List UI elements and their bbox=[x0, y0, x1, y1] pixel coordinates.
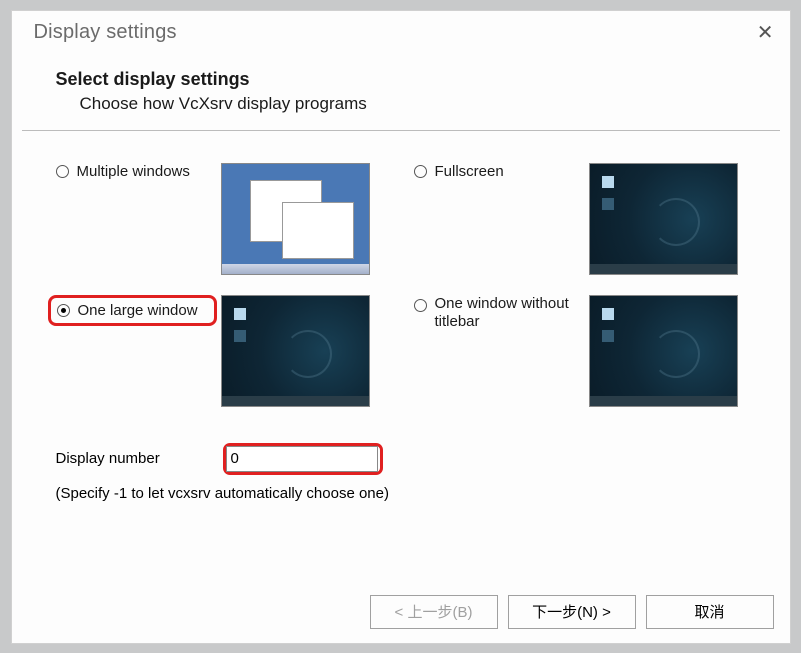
cancel-button[interactable]: 取消 bbox=[646, 595, 774, 629]
titlebar-title: Display settings bbox=[34, 21, 177, 44]
back-button[interactable]: < 上一步(B) bbox=[370, 595, 498, 629]
thumb-no-titlebar bbox=[589, 295, 738, 407]
body: Multiple windows Fullscreen One large wi… bbox=[12, 131, 790, 514]
option-label: Multiple windows bbox=[77, 163, 190, 180]
option-one-large-window[interactable]: One large window bbox=[56, 295, 221, 326]
next-button[interactable]: 下一步(N) > bbox=[508, 595, 636, 629]
display-number-hint: (Specify -1 to let vcxsrv automatically … bbox=[56, 485, 766, 502]
option-row-2: One large window One window without titl… bbox=[56, 295, 766, 407]
option-multiple-windows[interactable]: Multiple windows bbox=[56, 163, 221, 180]
thumb-one-large-window bbox=[221, 295, 370, 407]
option-fullscreen[interactable]: Fullscreen bbox=[414, 163, 589, 180]
thumb-fullscreen bbox=[589, 163, 738, 275]
footer-buttons: < 上一步(B) 下一步(N) > 取消 bbox=[370, 595, 774, 629]
option-label: Fullscreen bbox=[435, 163, 504, 180]
header-main: Select display settings bbox=[56, 69, 768, 90]
option-row-1: Multiple windows Fullscreen bbox=[56, 163, 766, 275]
thumb-multiple-windows bbox=[221, 163, 370, 275]
display-number-row: Display number bbox=[56, 443, 766, 475]
option-one-window-no-titlebar[interactable]: One window without titlebar bbox=[414, 295, 589, 333]
option-label: One large window bbox=[78, 302, 198, 319]
radio-icon bbox=[56, 165, 69, 178]
radio-icon bbox=[414, 299, 427, 312]
option-label: One window without titlebar bbox=[435, 295, 589, 333]
radio-icon bbox=[57, 304, 70, 317]
display-number-input[interactable] bbox=[226, 446, 378, 472]
header: Select display settings Choose how VcXsr… bbox=[12, 55, 790, 124]
highlight-annotation bbox=[223, 443, 383, 475]
highlight-annotation: One large window bbox=[48, 295, 217, 326]
dialog-window: Display settings ✕ Select display settin… bbox=[11, 10, 791, 644]
header-sub: Choose how VcXsrv display programs bbox=[80, 94, 768, 114]
radio-icon bbox=[414, 165, 427, 178]
display-number-label: Display number bbox=[56, 450, 223, 467]
titlebar: Display settings ✕ bbox=[12, 11, 790, 55]
close-icon[interactable]: ✕ bbox=[742, 20, 774, 45]
